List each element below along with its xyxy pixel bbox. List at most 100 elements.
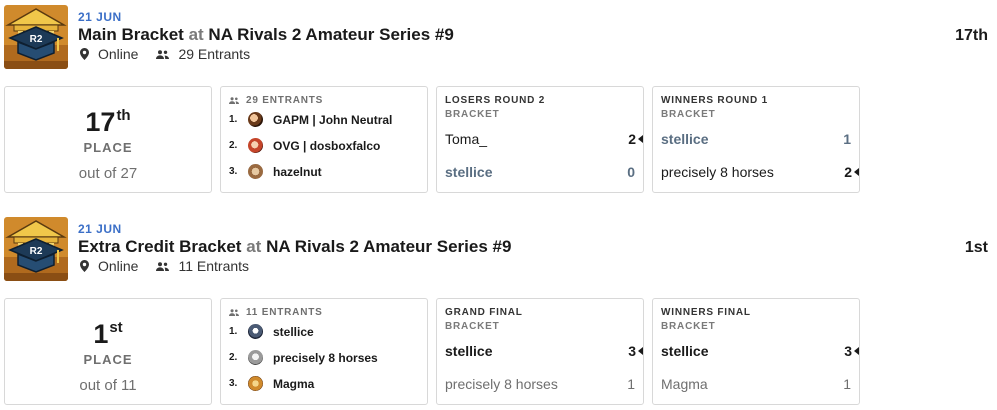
round-label: WINNERS ROUND 1 (661, 95, 769, 106)
tournament-name[interactable]: NA Rivals 2 Amateur Series #9 (266, 237, 511, 256)
people-icon (229, 309, 239, 316)
avatar (248, 112, 263, 127)
player-name[interactable]: Magma (273, 377, 314, 391)
match-card[interactable]: LOSERS ROUND 2 BRACKET Toma_ 2 stellice … (436, 86, 644, 193)
avatar (248, 164, 263, 179)
player-name[interactable]: Magma (661, 376, 708, 392)
player-name[interactable]: hazelnut (273, 165, 322, 179)
player-name[interactable]: Toma_ (445, 131, 487, 147)
player-name[interactable]: GAPM | John Neutral (273, 113, 392, 127)
placing-suffix: st (109, 319, 123, 336)
people-icon (229, 97, 239, 104)
location-label: Online (98, 46, 139, 62)
event-date: 21 JUN (78, 10, 122, 24)
placement-result: 1st (964, 239, 988, 256)
match-player-row: stellice 3 (661, 340, 859, 362)
match-card[interactable]: WINNERS ROUND 1 BRACKET stellice 1 preci… (652, 86, 860, 193)
at-connector: at (246, 237, 262, 256)
entrants-card[interactable]: 11 ENTRANTS 1. stellice 2. precisely 8 h… (220, 298, 428, 405)
match-card[interactable]: GRAND FINAL BRACKET stellice 3 precisely… (436, 298, 644, 405)
avatar (248, 350, 263, 365)
list-item[interactable]: 3. Magma (229, 371, 427, 396)
bracket-label: BRACKET (661, 109, 716, 120)
score: 2 (844, 164, 852, 180)
placing-number: 1st (93, 319, 123, 349)
match-card[interactable]: WINNERS FINAL BRACKET stellice 3 Magma 1 (652, 298, 860, 405)
map-pin-icon (80, 48, 89, 60)
player-name[interactable]: stellice (445, 343, 492, 359)
winner-marker-icon (854, 168, 859, 176)
list-item[interactable]: 1. stellice (229, 319, 427, 344)
event-date: 21 JUN (78, 222, 122, 236)
logo-lettering: R2 (30, 246, 43, 257)
score: 1 (627, 376, 635, 392)
player-name[interactable]: stellice (661, 343, 708, 359)
tournament-name[interactable]: NA Rivals 2 Amateur Series #9 (208, 25, 453, 44)
at-connector: at (188, 25, 204, 44)
round-label: WINNERS FINAL (661, 307, 751, 318)
bracket-label: BRACKET (445, 109, 500, 120)
winner-marker-icon (638, 347, 643, 355)
event-result: R2 21 JUN Extra Credit Bracket at NA Riv… (0, 212, 997, 410)
list-item[interactable]: 2. OVG | dosboxfalco (229, 133, 427, 158)
place-label: PLACE (83, 140, 133, 155)
round-label: GRAND FINAL (445, 307, 523, 318)
people-icon (156, 49, 170, 59)
score: 1 (843, 131, 851, 147)
placing-card: 17th PLACE out of 27 (4, 86, 212, 193)
match-player-row: stellice 1 (661, 128, 851, 150)
logo-lettering: R2 (30, 34, 43, 45)
entrants-count: 29 Entrants (178, 46, 251, 62)
map-pin-icon (80, 260, 89, 272)
event-result: R2 21 JUN Main Bracket at NA Rivals 2 Am… (0, 0, 997, 200)
match-player-row: Toma_ 2 (445, 128, 643, 150)
avatar (248, 376, 263, 391)
entrants-card[interactable]: 29 ENTRANTS 1. GAPM | John Neutral 2. OV… (220, 86, 428, 193)
list-item[interactable]: 2. precisely 8 horses (229, 345, 427, 370)
score: 3 (844, 343, 852, 359)
entrants-header: 11 ENTRANTS (229, 307, 427, 318)
rank-label: 2. (229, 352, 238, 363)
tournament-thumbnail[interactable]: R2 (4, 217, 68, 281)
winner-marker-icon (854, 347, 859, 355)
bracket-name[interactable]: Extra Credit Bracket (78, 237, 241, 256)
rank-label: 1. (229, 114, 238, 125)
bracket-label: BRACKET (661, 321, 716, 332)
placement-result: 17th (955, 27, 988, 44)
event-title[interactable]: Extra Credit Bracket at NA Rivals 2 Amat… (78, 237, 511, 257)
bracket-name[interactable]: Main Bracket (78, 25, 184, 44)
entrants-header: 29 ENTRANTS (229, 95, 427, 106)
event-meta: Online 11 Entrants (80, 258, 249, 274)
rank-label: 3. (229, 378, 238, 389)
avatar (248, 138, 263, 153)
placing-suffix: th (116, 107, 131, 124)
match-player-row: stellice 0 (445, 161, 635, 183)
player-name[interactable]: precisely 8 horses (445, 376, 558, 392)
match-player-row: stellice 3 (445, 340, 643, 362)
placing-number: 17th (85, 107, 131, 137)
list-item[interactable]: 1. GAPM | John Neutral (229, 107, 427, 132)
player-name[interactable]: OVG | dosboxfalco (273, 139, 380, 153)
match-player-row: Magma 1 (661, 373, 851, 395)
player-name[interactable]: stellice (661, 131, 708, 147)
bracket-label: BRACKET (445, 321, 500, 332)
place-label: PLACE (83, 352, 133, 367)
event-title[interactable]: Main Bracket at NA Rivals 2 Amateur Seri… (78, 25, 454, 45)
list-item[interactable]: 3. hazelnut (229, 159, 427, 184)
winner-marker-icon (638, 135, 643, 143)
entrants-count: 11 Entrants (178, 258, 250, 274)
rank-label: 3. (229, 166, 238, 177)
player-name[interactable]: stellice (273, 325, 314, 339)
player-name[interactable]: stellice (445, 164, 492, 180)
out-of-label: out of 27 (78, 165, 138, 182)
location-label: Online (98, 258, 139, 274)
round-label: LOSERS ROUND 2 (445, 95, 546, 106)
score: 3 (628, 343, 636, 359)
player-name[interactable]: precisely 8 horses (273, 351, 378, 365)
tournament-thumbnail[interactable]: R2 (4, 5, 68, 69)
out-of-label: out of 11 (79, 377, 137, 394)
rank-label: 2. (229, 140, 238, 151)
score: 0 (627, 164, 635, 180)
placing-card: 1st PLACE out of 11 (4, 298, 212, 405)
player-name[interactable]: precisely 8 horses (661, 164, 774, 180)
